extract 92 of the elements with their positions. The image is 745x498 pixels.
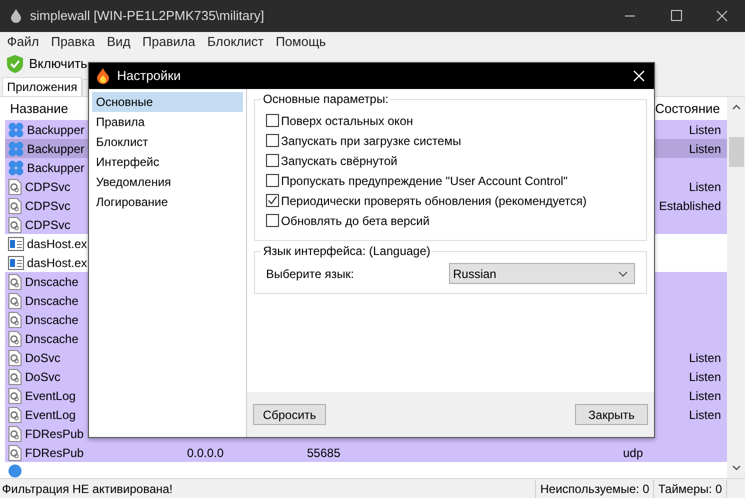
menu-item[interactable]: Вид [100, 32, 136, 52]
table-cell-text: Listen [688, 122, 721, 138]
checkbox-label[interactable]: Запускать свёрнутой [281, 152, 398, 170]
service-file-icon [8, 198, 22, 214]
status-text: Фильтрация НЕ активирована! [2, 480, 173, 498]
checkbox[interactable] [266, 114, 279, 127]
table-cell-text: Backupper [27, 122, 84, 138]
table-cell-text: dasHost.ex [27, 254, 88, 272]
window-icon [8, 236, 24, 250]
checkbox-label[interactable]: Пропускать предупреждение "User Account Control" [281, 172, 568, 190]
status-text: Таймеры: 0 [653, 480, 727, 498]
table-cell-text: DoSvc [25, 350, 60, 366]
menu-item[interactable]: Блоклист [201, 32, 270, 52]
chevron-down-icon [618, 270, 628, 276]
table-cell-text: Listen [688, 178, 721, 196]
table-cell-text: Listen [688, 406, 721, 424]
service-file-icon [8, 312, 22, 328]
checkbox[interactable] [266, 214, 279, 227]
enable-button[interactable]: Включить [5, 53, 90, 75]
sidebar-item[interactable]: Логирование [92, 192, 243, 212]
cloverleaf-icon [8, 160, 24, 176]
service-file-icon [8, 388, 22, 404]
scroll-down-icon[interactable] [732, 465, 740, 471]
checkbox-label[interactable]: Периодически проверять обновления (рекомендуется) [281, 192, 587, 210]
sidebar-item[interactable]: Уведомления [92, 172, 243, 192]
table-cell-text: Established [658, 198, 721, 214]
cloverleaf-icon [8, 140, 24, 156]
table-cell-text: Dnscache [25, 274, 78, 290]
table-cell-text: Listen [688, 368, 721, 386]
checkbox[interactable] [266, 154, 279, 167]
table-cell: 55685 [307, 446, 340, 460]
group-title: Основные параметры: [261, 92, 390, 107]
window-title: simplewall [WIN-PE1L2PMK735\military] [30, 7, 264, 26]
menu-item[interactable]: Правила [136, 32, 202, 52]
service-file-icon [8, 444, 22, 460]
window-icon [8, 256, 24, 270]
table-cell-text: CDPSvc [25, 216, 70, 234]
table-cell-text: CDPSvc [25, 178, 70, 196]
service-file-icon [8, 274, 22, 290]
scroll-up-icon[interactable] [732, 104, 740, 110]
table-cell: 0.0.0.0 [187, 446, 224, 460]
sidebar-item[interactable]: Интерфейс [92, 152, 243, 172]
table-cell-text: FDResPub [25, 444, 84, 462]
service-file-icon [8, 178, 22, 194]
checkbox-label[interactable]: Поверх остальных окон [281, 112, 413, 130]
menu-item[interactable]: Правка [44, 32, 101, 52]
menu-item[interactable]: Помощь [270, 32, 332, 52]
service-file-icon [8, 426, 22, 442]
service-file-icon [8, 368, 22, 384]
checkbox[interactable] [266, 134, 279, 147]
language-select[interactable]: Russian [449, 263, 635, 284]
service-file-icon [8, 350, 22, 366]
dialog-title: Настройки [117, 67, 181, 86]
dialog-button[interactable]: Закрыть [575, 404, 648, 425]
service-file-icon [8, 330, 22, 346]
tab[interactable]: Приложения [2, 77, 82, 96]
cloverleaf-icon [8, 122, 24, 138]
checkbox[interactable] [266, 174, 279, 187]
scrollbar[interactable] [727, 97, 745, 478]
table-cell-text: Dnscache [25, 292, 78, 310]
sidebar-item[interactable]: Основные [92, 92, 243, 112]
scroll-thumb[interactable] [728, 137, 744, 167]
close-icon[interactable] [633, 70, 645, 82]
field-label: Выберите язык: [266, 266, 355, 282]
table-cell-text: udp [622, 444, 643, 462]
service-file-icon [8, 292, 22, 308]
table-cell-text: Dnscache [25, 330, 78, 348]
table-cell-text: Listen [688, 350, 721, 366]
table-cell-text: FDResPub [25, 426, 84, 442]
table-cell-text: Backupper [27, 140, 84, 158]
service-file-icon [8, 406, 22, 422]
status-text: Неиспользуемые: 0 [535, 480, 654, 498]
dialog-button[interactable]: Сбросить [253, 404, 326, 425]
table-cell-text: EventLog [25, 388, 76, 404]
table-cell-text: Listen [688, 140, 721, 158]
table-cell-text: Listen [688, 388, 721, 404]
group-title: Язык интерфейса: (Language) [261, 244, 432, 259]
checkbox[interactable] [266, 194, 279, 207]
table-cell-text: Dnscache [25, 312, 78, 328]
table-cell-text: CDPSvc [25, 198, 70, 214]
table-cell-text: Backupper [27, 160, 84, 176]
sidebar-item[interactable]: Блоклист [92, 132, 243, 152]
shield-icon [7, 55, 23, 73]
globe-icon [8, 464, 22, 478]
sidebar-item[interactable]: Правила [92, 112, 243, 132]
menu-item[interactable]: Файл [1, 32, 45, 52]
table-cell-text: dasHost.ex [27, 236, 88, 252]
table-cell-text: EventLog [25, 406, 76, 424]
checkbox-label[interactable]: Обновлять до бета версий [281, 212, 430, 230]
table-cell-text: DoSvc [25, 368, 60, 386]
checkbox-label[interactable]: Запускать при загрузке системы [281, 132, 462, 150]
table-row[interactable]: FDResPub 0.0.0.0 55685 udp [5, 443, 727, 462]
